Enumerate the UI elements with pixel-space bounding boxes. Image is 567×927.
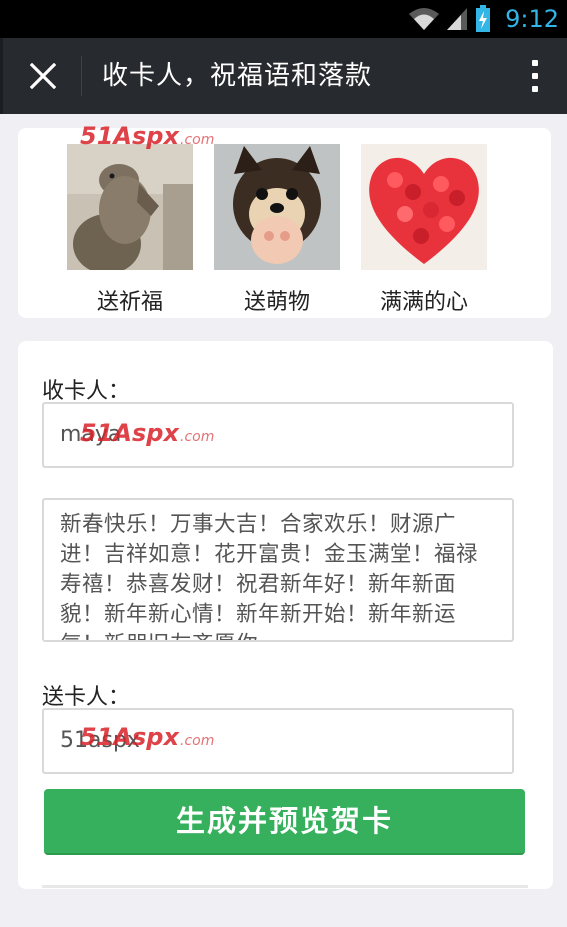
- recipient-input-value: maya: [60, 422, 122, 447]
- close-icon: [30, 63, 56, 89]
- status-icons: 9:12: [407, 0, 559, 38]
- signal-icon: [447, 8, 468, 30]
- status-bar: 9:12: [0, 0, 567, 38]
- app-bar-divider: [81, 56, 82, 96]
- otter-praying-photo: [67, 144, 193, 270]
- wifi-icon: [409, 8, 440, 30]
- page-title: 收卡人，祝福语和落款: [102, 61, 373, 91]
- gift-label: 送萌物: [243, 290, 310, 315]
- card-bottom-divider: [42, 885, 528, 888]
- battery-charging-icon: [476, 5, 491, 32]
- sender-label: 送卡人：: [42, 685, 131, 710]
- app-bar: 收卡人，祝福语和落款: [0, 38, 567, 114]
- gift-label: 满满的心: [379, 290, 468, 315]
- more-options-button[interactable]: [525, 56, 545, 96]
- gift-choices-card: 送祈福 送萌物 满满的心 51Aspx .com: [18, 122, 551, 318]
- status-time: 9:12: [505, 5, 559, 33]
- rose-heart-photo: [361, 144, 487, 270]
- gift-label: 送祈福: [96, 290, 163, 315]
- generate-preview-button[interactable]: 生成并预览贺卡: [44, 789, 525, 855]
- gift-option-cute[interactable]: 送萌物: [214, 144, 344, 315]
- close-button[interactable]: [21, 54, 65, 98]
- sender-input-value: 51aspx: [60, 728, 140, 753]
- more-vertical-icon: [532, 60, 538, 66]
- recipient-label: 收卡人：: [42, 379, 131, 404]
- puppy-photo: [214, 144, 340, 270]
- greeting-form-card: 收卡人： maya 51Aspx .com 新春快乐！万事大吉！合家欢乐！财源广…: [18, 341, 553, 889]
- message-textarea[interactable]: 新春快乐！万事大吉！合家欢乐！财源广进！吉祥如意！花开富贵！金玉满堂！福禄寿禧！…: [42, 498, 514, 642]
- gift-option-heart[interactable]: 满满的心: [361, 144, 491, 315]
- sender-input[interactable]: 51aspx: [42, 708, 514, 774]
- recipient-input[interactable]: maya: [42, 402, 514, 468]
- gift-option-blessing[interactable]: 送祈福: [67, 144, 197, 315]
